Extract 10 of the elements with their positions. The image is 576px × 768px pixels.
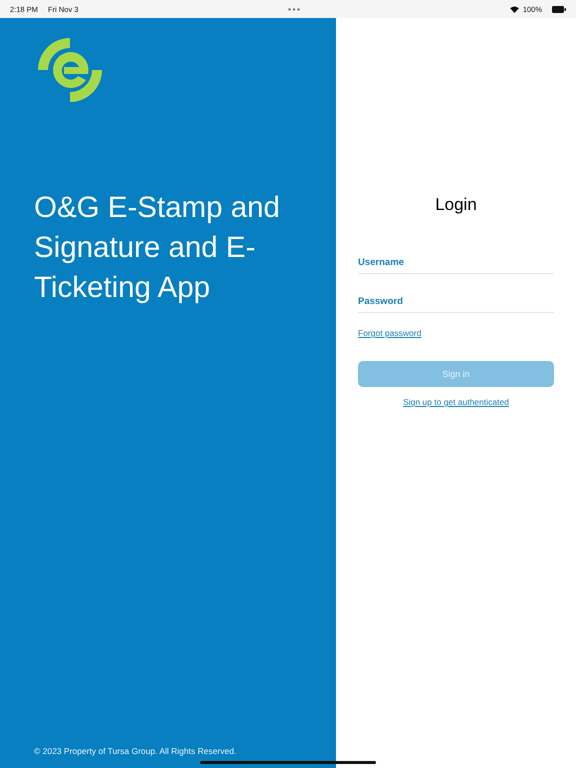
wifi-icon xyxy=(510,6,519,12)
app-title: O&G E-Stamp and Signature and E- Ticketing App xyxy=(34,190,281,306)
sign-up-link[interactable]: Sign up to get authenticated xyxy=(403,397,509,407)
battery-icon xyxy=(552,6,566,12)
forgot-password-link[interactable]: Forgot password xyxy=(358,328,422,338)
input-field[interactable]: Password xyxy=(358,296,554,313)
more-icon xyxy=(288,8,300,10)
copyright-text: © 2023 Property of Tursa Group. All Rights Reserved. xyxy=(34,746,238,756)
login-heading: Login xyxy=(435,195,477,215)
input-field[interactable]: Username xyxy=(358,257,554,274)
